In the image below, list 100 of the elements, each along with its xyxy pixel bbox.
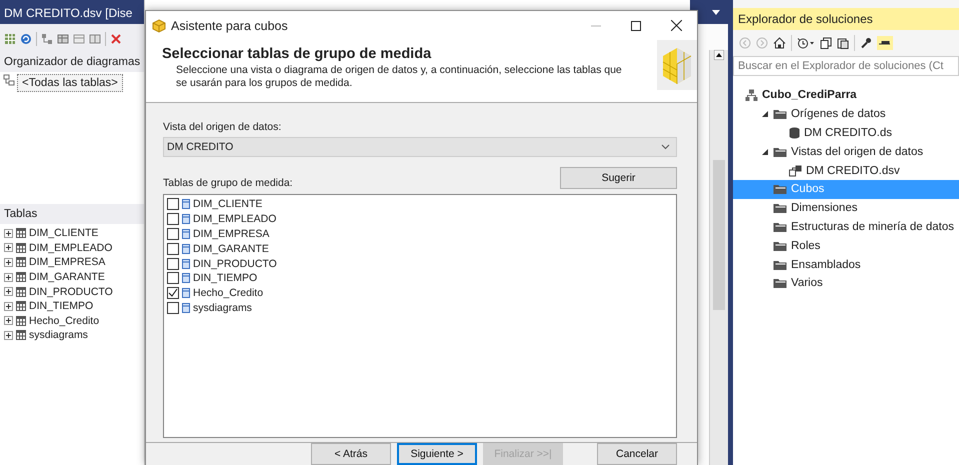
tree-item[interactable]: Roles — [733, 236, 959, 256]
table-name[interactable]: DIM_EMPRESA — [29, 256, 106, 268]
table-name[interactable]: DIN_TIEMPO — [193, 272, 258, 284]
table-name[interactable]: DIN_PRODUCTO — [29, 286, 113, 298]
table-icon — [16, 257, 26, 268]
field-label: Vista del origen de datos: — [163, 121, 282, 133]
table-icon — [16, 228, 26, 238]
expand-icon[interactable] — [4, 330, 13, 340]
next-button[interactable]: Siguiente > — [397, 443, 477, 465]
table-name[interactable]: DIM_GARANTE — [29, 271, 105, 284]
table-name[interactable]: DIM_CLIENTE — [193, 198, 262, 210]
table-icon — [16, 242, 26, 253]
table-name[interactable]: DIM_EMPLEADO — [29, 242, 112, 254]
pages-icon[interactable] — [837, 37, 849, 49]
folder-icon — [773, 202, 787, 214]
back-button[interactable]: < Atrás — [311, 443, 391, 465]
table-name[interactable]: DIM_GARANTE — [193, 242, 269, 255]
tree-item[interactable]: Vistas del origen de datos — [733, 142, 959, 162]
table-name[interactable]: DIN_TIEMPO — [29, 300, 94, 312]
checkbox[interactable] — [167, 287, 179, 300]
search-field[interactable]: Buscar en el Explorador de soluciones (Ct — [733, 56, 959, 76]
solution-icon — [745, 88, 758, 102]
table-name[interactable]: sysdiagrams — [193, 302, 252, 314]
table-icon — [16, 316, 26, 326]
wrench-icon[interactable] — [860, 37, 872, 49]
table-name[interactable]: DIM_EMPLEADO — [193, 213, 276, 226]
tree-item[interactable]: Varios — [733, 274, 959, 293]
checkbox[interactable] — [167, 198, 179, 210]
pages-icon[interactable] — [820, 37, 832, 49]
diagram-item[interactable]: <Todas las tablas> — [17, 74, 123, 92]
table-icon — [182, 199, 190, 210]
table-icon[interactable] — [57, 33, 69, 45]
refresh-icon[interactable] — [20, 33, 32, 45]
scroll-up-icon[interactable] — [714, 50, 724, 60]
data-source-view-dropdown[interactable]: DM CREDITO — [163, 137, 677, 157]
expand-icon[interactable] — [4, 272, 13, 282]
tree-item[interactable]: Cubo_CrediParra — [733, 86, 959, 105]
expand-icon[interactable] — [4, 316, 13, 326]
scrollbar-thumb[interactable] — [713, 160, 725, 310]
table-name[interactable]: DIN_PRODUCTO — [193, 258, 277, 270]
folder-icon — [773, 258, 787, 271]
table-icon — [182, 228, 190, 239]
dialog-title: Asistente para cubos — [171, 18, 289, 33]
folder-icon — [773, 146, 787, 158]
folder-icon — [773, 220, 787, 233]
table-icon — [182, 288, 190, 298]
table-icon — [16, 286, 26, 297]
pane-title: DM CREDITO.dsv [Dise — [0, 0, 144, 24]
tree-item[interactable]: Orígenes de datos — [733, 104, 959, 124]
expanded-icon[interactable] — [762, 111, 768, 118]
history-icon[interactable] — [797, 37, 815, 49]
tree-item[interactable]: DM CREDITO.ds — [733, 124, 959, 142]
tree-item[interactable]: DM CREDITO.dsv — [733, 161, 959, 180]
expand-icon[interactable] — [4, 258, 13, 267]
caret-icon[interactable] — [712, 10, 720, 14]
table-name[interactable]: DIM_CLIENTE — [29, 227, 98, 240]
table-icon — [182, 244, 190, 254]
expand-icon[interactable] — [4, 287, 13, 296]
section-header: Tablas — [3, 207, 38, 222]
folder-icon — [773, 277, 787, 290]
tree-item[interactable]: Dimensiones — [733, 198, 959, 218]
expand-icon[interactable] — [4, 228, 13, 238]
table-name[interactable]: Hecho_Credito — [193, 287, 264, 300]
close-icon[interactable] — [671, 20, 682, 32]
checkbox[interactable] — [167, 258, 179, 270]
checkbox[interactable] — [167, 242, 179, 255]
table-name[interactable]: Hecho_Credito — [29, 314, 100, 327]
table-icon — [182, 273, 190, 284]
folder-icon — [773, 108, 787, 120]
checkbox[interactable] — [167, 228, 179, 240]
tree-item[interactable]: Estructuras de minería de datos — [733, 218, 959, 236]
expand-icon[interactable] — [4, 243, 13, 252]
table-icon — [16, 301, 26, 312]
page-description: Seleccione una vista o diagrama de origen de datos y, a continuación, seleccione las tablas que se usarán para los grupos de medida. — [176, 64, 623, 90]
check-icon — [168, 288, 178, 298]
cube-icon — [152, 18, 166, 33]
pane-title: Explorador de soluciones — [733, 8, 959, 30]
tree-item[interactable]: Ensamblados — [733, 255, 959, 274]
expand-icon[interactable] — [4, 302, 13, 311]
diagram-icon[interactable] — [41, 33, 53, 45]
checkbox[interactable] — [167, 302, 179, 314]
field-label: Tablas de grupo de medida: — [163, 177, 293, 189]
folder-icon — [773, 183, 787, 196]
table-icon[interactable] — [89, 33, 101, 45]
checkbox[interactable] — [167, 272, 179, 284]
expanded-icon[interactable] — [762, 148, 768, 155]
table-icon — [16, 272, 26, 282]
table-name[interactable]: sysdiagrams — [29, 329, 88, 342]
suggest-button[interactable]: Sugerir — [560, 167, 677, 189]
data-view-icon — [789, 164, 802, 177]
table-name[interactable]: DIM_EMPRESA — [193, 228, 270, 240]
section-header: Organizador de diagramas — [3, 55, 142, 70]
maximize-icon[interactable] — [631, 20, 641, 31]
grid-icon[interactable] — [4, 33, 16, 45]
cancel-button[interactable]: Cancelar — [597, 443, 677, 465]
table-icon — [16, 330, 26, 340]
home-icon[interactable] — [773, 37, 786, 49]
chevron-down-icon — [661, 144, 670, 150]
checkbox[interactable] — [167, 213, 179, 226]
delete-icon[interactable] — [110, 33, 122, 45]
